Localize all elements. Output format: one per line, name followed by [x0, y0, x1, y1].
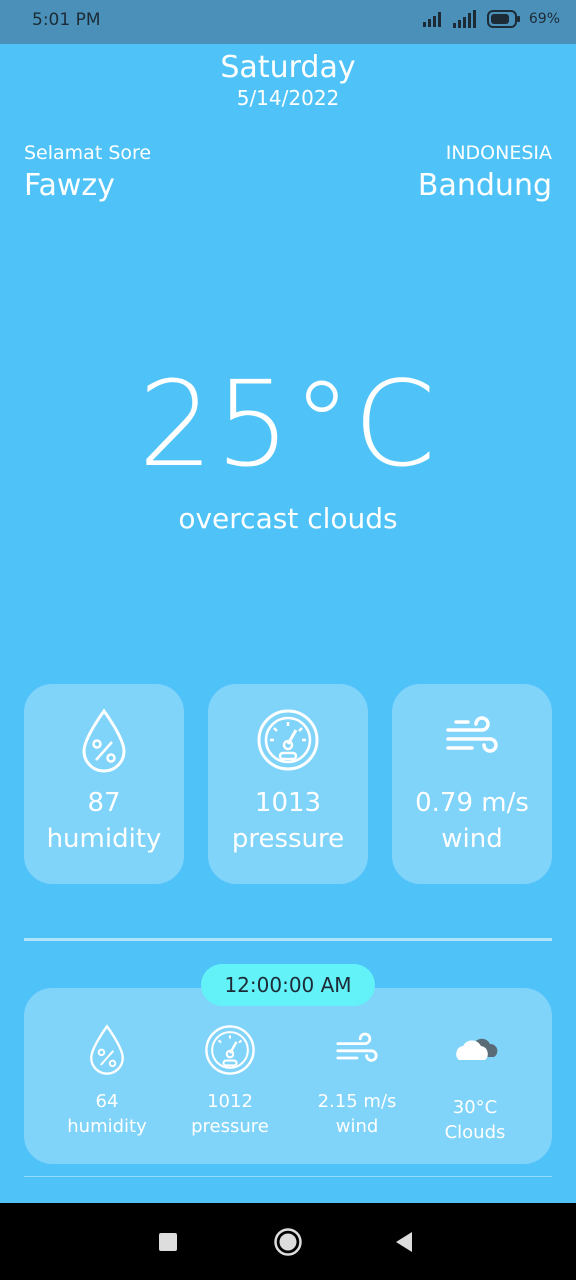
square-icon [159, 1232, 177, 1251]
forecast-pressure-label: pressure [191, 1116, 269, 1137]
recents-button[interactable] [128, 1203, 208, 1280]
humidity-card: 87 humidity [24, 684, 184, 884]
wind-icon [336, 1032, 378, 1062]
status-time: 5:01 PM [32, 10, 101, 30]
city-label: Bandung [417, 168, 552, 203]
section-divider [24, 938, 552, 941]
humidity-label: humidity [46, 824, 162, 854]
wind-icon [446, 716, 498, 753]
pressure-label: pressure [231, 824, 345, 854]
pressure-gauge-icon [205, 1025, 255, 1075]
day-label: Saturday [220, 50, 356, 85]
forecast-card: 64 humidity 1012 pressure 2.15 m/s wind [24, 988, 552, 1164]
pressure-gauge-icon [257, 709, 319, 771]
back-triangle-icon [396, 1231, 412, 1252]
user-name: Fawzy [24, 168, 115, 203]
navigation-bar [0, 1203, 576, 1280]
forecast-time-pill: 12:00:00 AM [201, 964, 375, 1006]
forecast-humidity-label: humidity [67, 1116, 147, 1137]
forecast-wind-value: 2.15 m/s [317, 1091, 397, 1112]
pressure-card: 1013 pressure [208, 684, 368, 884]
wind-label: wind [441, 824, 503, 854]
date-label: 5/14/2022 [236, 86, 340, 110]
forecast-pressure-value: 1012 [207, 1091, 253, 1112]
signal-4g-icon [452, 10, 476, 28]
forecast-divider [24, 1176, 552, 1177]
home-button[interactable] [248, 1203, 328, 1280]
status-icons: 69% [422, 10, 560, 28]
cloud-icon [456, 1038, 498, 1060]
weather-condition: overcast clouds [178, 502, 398, 535]
humidity-icon [82, 708, 126, 773]
home-circle-icon [274, 1227, 302, 1256]
status-bar: 5:01 PM 69% [0, 0, 576, 44]
signal-icon [422, 12, 441, 27]
wind-card: 0.79 m/s wind [392, 684, 552, 884]
forecast-wind: 2.15 m/s wind [297, 1024, 417, 1140]
wind-value: 0.79 m/s [415, 788, 529, 818]
greeting-text: Selamat Sore [24, 142, 152, 164]
battery-percent: 69% [528, 11, 560, 27]
battery-icon [486, 10, 520, 28]
forecast-humidity: 64 humidity [47, 1024, 167, 1140]
current-temperature: 25°C [138, 355, 438, 493]
back-button[interactable] [364, 1203, 444, 1280]
forecast-wind-label: wind [335, 1116, 379, 1137]
forecast-pressure: 1012 pressure [170, 1024, 290, 1140]
forecast-clouds-label: Clouds [444, 1122, 506, 1143]
humidity-value: 87 [87, 788, 121, 818]
humidity-icon [90, 1024, 124, 1075]
forecast-humidity-value: 64 [95, 1091, 119, 1112]
pressure-value: 1013 [254, 788, 322, 818]
forecast-clouds: 30°C Clouds [415, 1024, 535, 1146]
forecast-clouds-value: 30°C [452, 1097, 498, 1118]
country-label: INDONESIA [445, 142, 552, 164]
